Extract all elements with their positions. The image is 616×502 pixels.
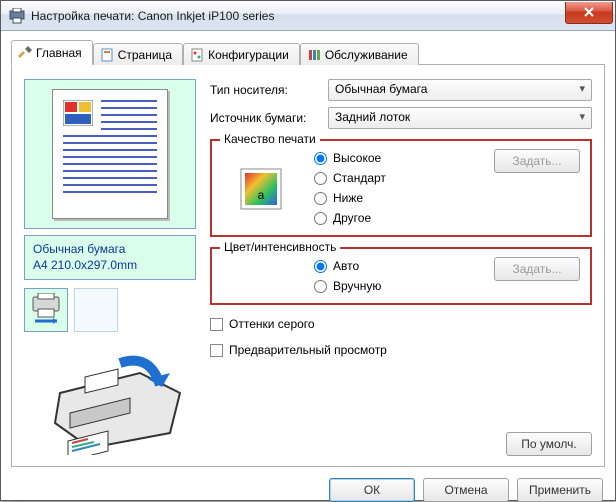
icon-row: [24, 288, 196, 332]
grayscale-check[interactable]: Оттенки серого: [210, 317, 592, 331]
tab-page[interactable]: Страница: [93, 43, 183, 65]
color-legend: Цвет/интенсивность: [220, 240, 340, 254]
print-settings-window: Настройка печати: Canon Inkjet iP100 ser…: [0, 0, 616, 501]
checkbox-icon: [210, 344, 223, 357]
color-group: Цвет/интенсивность Авто Вручную Задать..…: [210, 247, 592, 305]
close-button[interactable]: [565, 2, 613, 24]
quality-set-button[interactable]: Задать...: [494, 149, 580, 173]
color-manual[interactable]: Вручную: [314, 279, 480, 293]
right-pane: Тип носителя: Обычная бумага Источник бу…: [210, 79, 592, 456]
page-preview: [24, 79, 196, 229]
config-icon: [190, 48, 204, 62]
ok-button[interactable]: ОК: [329, 478, 415, 502]
tab-main[interactable]: Главная: [11, 40, 93, 65]
blank-tile[interactable]: [74, 288, 118, 332]
tab-page-label: Страница: [118, 48, 172, 62]
quality-legend: Качество печати: [220, 132, 320, 146]
source-select[interactable]: Задний лоток: [328, 107, 592, 129]
preview-media: Обычная бумага: [33, 242, 187, 258]
color-thumb-icon: [63, 100, 93, 126]
quality-low[interactable]: Ниже: [314, 191, 480, 205]
cancel-button[interactable]: Отмена: [423, 478, 509, 502]
media-row: Тип носителя: Обычная бумага: [210, 79, 592, 101]
printer-illustration: [24, 342, 196, 456]
tabstrip: Главная Страница Конфигурации Обслуживан…: [11, 39, 605, 65]
quality-options: Высокое Стандарт Ниже Другое: [314, 149, 480, 225]
color-set-button[interactable]: Задать...: [494, 257, 580, 281]
quality-group: Качество печати a Высокое Стандарт: [210, 139, 592, 237]
tab-config-label: Конфигурации: [208, 48, 289, 62]
printer-feed-icon[interactable]: [24, 288, 68, 332]
preview-size: A4 210.0x297.0mm: [33, 258, 187, 274]
media-select[interactable]: Обычная бумага: [328, 79, 592, 101]
left-pane: Обычная бумага A4 210.0x297.0mm: [24, 79, 196, 456]
tools-icon: [18, 46, 32, 60]
quality-standard[interactable]: Стандарт: [314, 171, 480, 185]
tab-config[interactable]: Конфигурации: [183, 43, 300, 65]
source-row: Источник бумаги: Задний лоток: [210, 107, 592, 129]
maint-icon: [307, 48, 321, 62]
preview-check[interactable]: Предварительный просмотр: [210, 343, 592, 357]
svg-text:a: a: [258, 188, 265, 202]
quality-high[interactable]: Высокое: [314, 151, 480, 165]
checkbox-icon: [210, 318, 223, 331]
apply-button[interactable]: Применить: [517, 478, 603, 502]
color-auto[interactable]: Авто: [314, 259, 480, 273]
color-options: Авто Вручную: [314, 257, 480, 293]
app-icon: [9, 8, 25, 24]
tab-content: Обычная бумага A4 210.0x297.0mm: [11, 65, 605, 467]
page-sample: [52, 89, 168, 219]
media-label: Тип носителя:: [210, 83, 320, 97]
client-area: Главная Страница Конфигурации Обслуживан…: [1, 31, 615, 500]
dialog-footer: ОК Отмена Применить: [11, 467, 605, 502]
tab-maint-label: Обслуживание: [325, 48, 408, 62]
preview-info: Обычная бумага A4 210.0x297.0mm: [24, 235, 196, 280]
titlebar: Настройка печати: Canon Inkjet iP100 ser…: [1, 1, 615, 31]
source-label: Источник бумаги:: [210, 111, 320, 125]
quality-sample-icon: a: [222, 149, 300, 211]
page-icon: [100, 48, 114, 62]
quality-custom[interactable]: Другое: [314, 211, 480, 225]
tab-maint[interactable]: Обслуживание: [300, 43, 419, 65]
window-title: Настройка печати: Canon Inkjet iP100 ser…: [31, 9, 565, 23]
tab-main-label: Главная: [36, 46, 82, 60]
defaults-button[interactable]: По умолч.: [506, 432, 592, 456]
